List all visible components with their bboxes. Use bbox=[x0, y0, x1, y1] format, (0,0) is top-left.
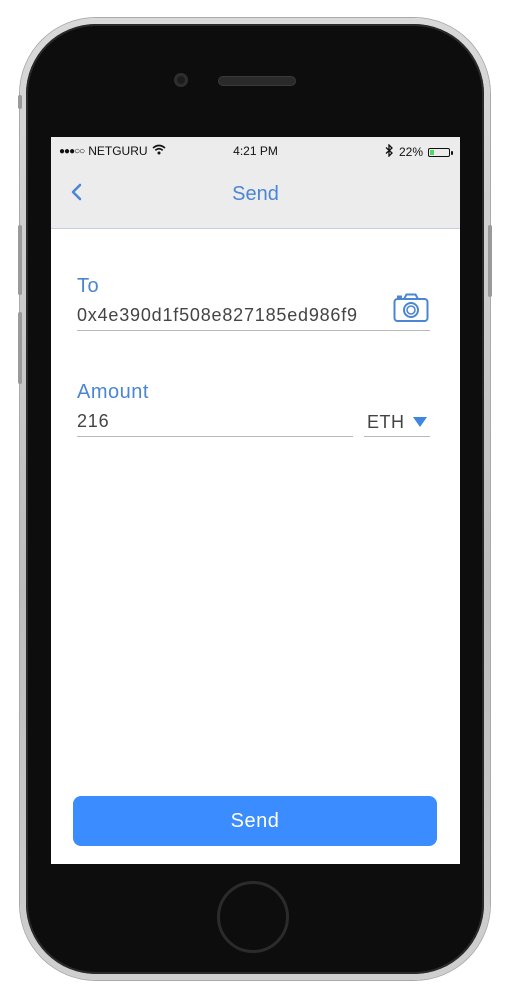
battery-icon bbox=[428, 147, 453, 157]
mute-switch bbox=[18, 95, 22, 109]
caret-down-icon bbox=[412, 417, 427, 427]
status-bar: ●●●○○ NETGURU 4:21 PM 22% bbox=[51, 137, 460, 165]
volume-up-button bbox=[18, 225, 22, 295]
camera-icon bbox=[393, 293, 429, 327]
status-right: 22% bbox=[385, 143, 453, 160]
amount-label: Amount bbox=[77, 381, 149, 403]
volume-down-button bbox=[18, 312, 22, 384]
battery-tip bbox=[451, 150, 453, 155]
battery-fill bbox=[430, 149, 434, 155]
app-screen: ●●●○○ NETGURU 4:21 PM 22% Send To 0x4e39… bbox=[51, 137, 460, 864]
to-underline bbox=[77, 330, 430, 331]
currency-underline bbox=[364, 436, 430, 437]
home-button[interactable] bbox=[217, 881, 289, 953]
to-label: To bbox=[77, 275, 100, 297]
navigation-bar: Send bbox=[51, 165, 460, 229]
page-title: Send bbox=[232, 183, 279, 205]
to-address-input[interactable] bbox=[77, 304, 382, 326]
amount-input[interactable] bbox=[77, 410, 347, 432]
battery-percent: 22% bbox=[398, 145, 423, 159]
front-camera bbox=[174, 73, 188, 87]
earpiece-speaker bbox=[218, 76, 296, 86]
scan-qr-button[interactable] bbox=[393, 293, 429, 323]
power-button bbox=[488, 225, 492, 297]
currency-value: ETH bbox=[367, 411, 405, 432]
amount-underline bbox=[77, 436, 353, 437]
bluetooth-icon bbox=[385, 143, 394, 160]
send-button[interactable]: Send bbox=[73, 796, 437, 846]
currency-dropdown[interactable]: ETH bbox=[364, 407, 430, 437]
